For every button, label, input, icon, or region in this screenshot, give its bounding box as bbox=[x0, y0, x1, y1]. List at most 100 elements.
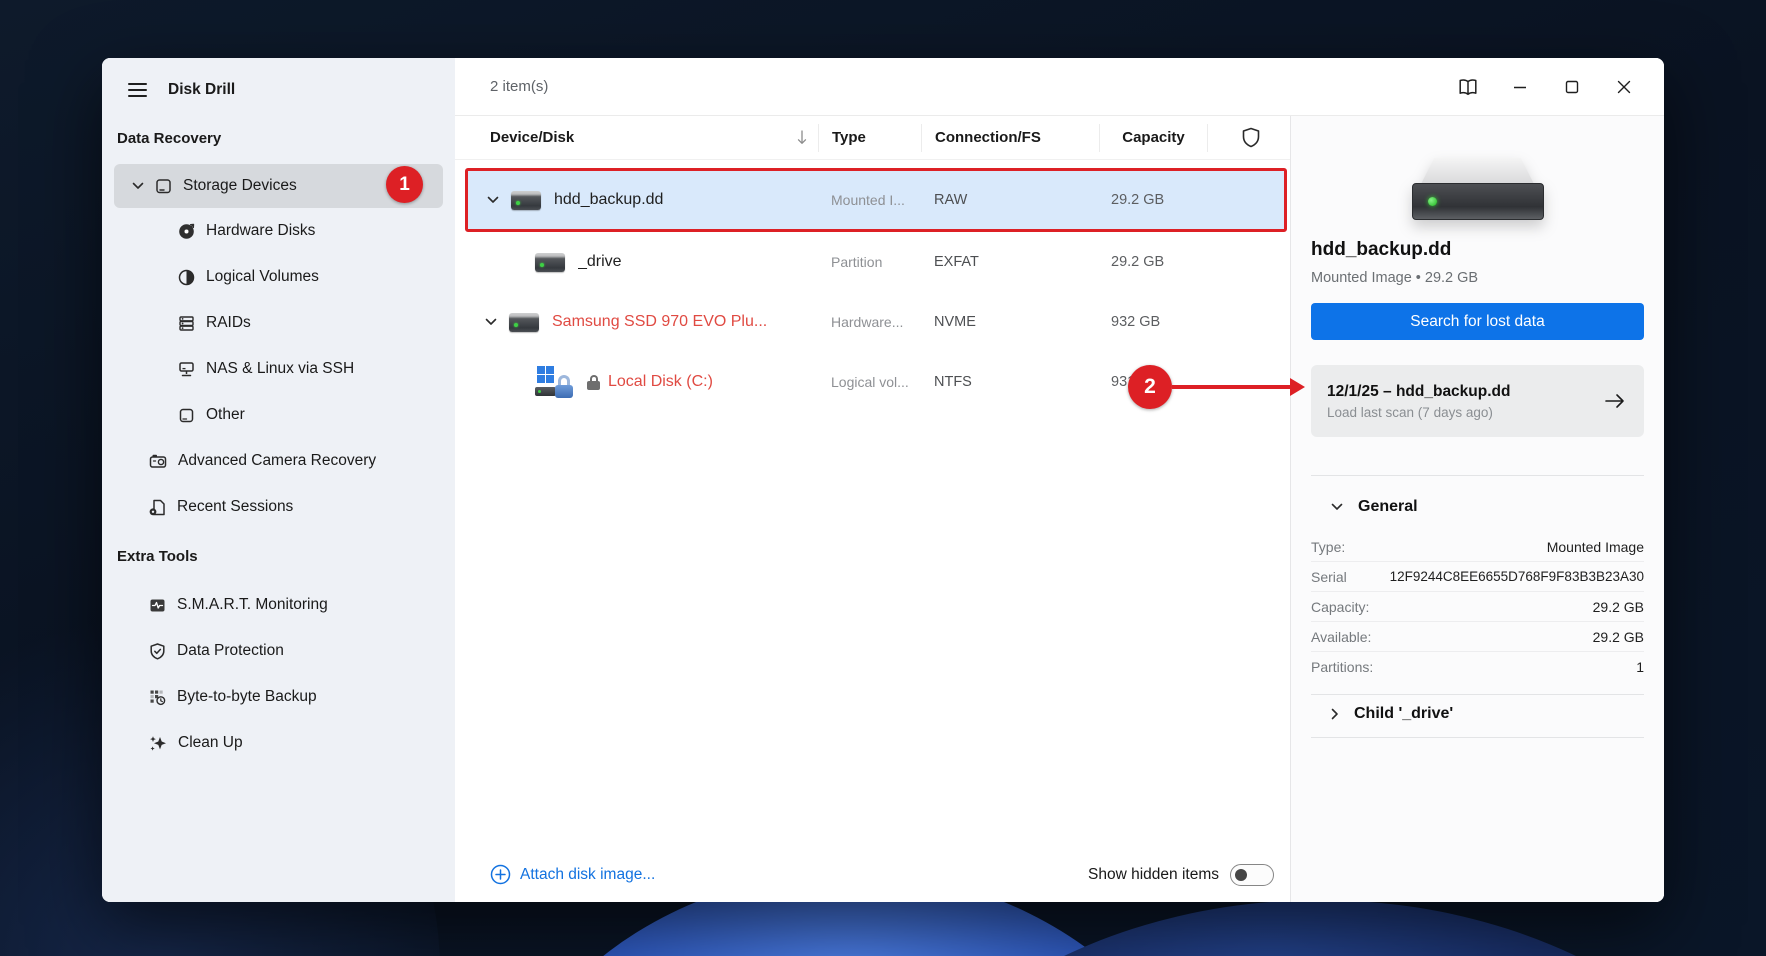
sidebar-item-label: Recent Sessions bbox=[177, 498, 293, 516]
sidebar-item-data-protection[interactable]: Data Protection bbox=[102, 628, 455, 674]
device-rows: hdd_backup.dd Mounted I... RAW 29.2 GB _… bbox=[455, 160, 1290, 847]
chevron-down-icon bbox=[1331, 503, 1343, 511]
sidebar-item-label: Clean Up bbox=[178, 734, 243, 752]
raids-icon bbox=[177, 314, 196, 333]
minimize-button[interactable] bbox=[1494, 68, 1546, 106]
shield-icon bbox=[1242, 127, 1260, 148]
last-scan-card[interactable]: 12/1/25 – hdd_backup.dd Load last scan (… bbox=[1311, 365, 1644, 437]
drive-led bbox=[538, 390, 541, 393]
drive-illustration bbox=[1412, 158, 1544, 222]
attach-disk-image-link[interactable]: Attach disk image... bbox=[490, 864, 655, 885]
device-cell-capacity: 932 GB bbox=[1097, 314, 1205, 330]
last-scan-subtitle: Load last scan (7 days ago) bbox=[1327, 405, 1510, 420]
property-row-available: Available: 29.2 GB bbox=[1311, 622, 1644, 652]
last-scan-title: 12/1/25 – hdd_backup.dd bbox=[1327, 383, 1510, 401]
sidebar-item-other[interactable]: Other bbox=[102, 392, 455, 438]
camera-icon bbox=[148, 452, 168, 471]
sidebar-item-label: Hardware Disks bbox=[206, 222, 315, 240]
device-name: hdd_backup.dd bbox=[554, 191, 663, 209]
general-properties: Type: Mounted Image Serial 12F9244C8EE66… bbox=[1311, 532, 1644, 682]
sort-descending-icon bbox=[796, 130, 808, 145]
arrow-right-icon bbox=[1604, 393, 1626, 409]
drive-led bbox=[514, 323, 518, 327]
clean-up-sparkles-icon bbox=[148, 734, 168, 753]
byte-backup-icon bbox=[148, 688, 167, 707]
sidebar-item-label: Data Protection bbox=[177, 642, 284, 660]
device-row-hdd-backup[interactable]: hdd_backup.dd Mounted I... RAW 29.2 GB bbox=[465, 168, 1287, 232]
property-label: Type: bbox=[1311, 539, 1345, 555]
device-name: _drive bbox=[578, 253, 622, 271]
sidebar-item-recent-sessions[interactable]: Recent Sessions bbox=[102, 484, 455, 530]
sidebar-item-clean-up[interactable]: Clean Up bbox=[102, 720, 455, 766]
child-drive-section-title: Child '_drive' bbox=[1354, 705, 1453, 723]
drive-icon bbox=[535, 387, 556, 396]
column-header-capacity-wrap[interactable]: Capacity bbox=[1100, 129, 1207, 146]
sidebar-item-byte-to-byte-backup[interactable]: Byte-to-byte Backup bbox=[102, 674, 455, 720]
child-drive-section-header[interactable]: Child '_drive' bbox=[1311, 705, 1644, 723]
last-scan-info: 12/1/25 – hdd_backup.dd Load last scan (… bbox=[1327, 383, 1510, 420]
device-cell-name: _drive bbox=[455, 253, 818, 272]
device-table: Device/Disk Type Connection/FS Capacity bbox=[455, 116, 1290, 902]
property-row-capacity: Capacity: 29.2 GB bbox=[1311, 592, 1644, 622]
sidebar-nav-extra: S.M.A.R.T. Monitoring Data Protection bbox=[102, 582, 455, 766]
sidebar-item-raids[interactable]: RAIDs bbox=[102, 300, 455, 346]
show-hidden-items-toggle[interactable] bbox=[1230, 864, 1274, 886]
device-row-samsung-ssd[interactable]: Samsung SSD 970 EVO Plu... Hardware... N… bbox=[455, 292, 1290, 352]
book-icon bbox=[1457, 77, 1479, 97]
general-section-header[interactable]: General bbox=[1311, 498, 1644, 516]
column-header-protection[interactable] bbox=[1208, 127, 1293, 148]
property-value: Mounted Image bbox=[1547, 539, 1644, 555]
maximize-button[interactable] bbox=[1546, 68, 1598, 106]
panel-divider bbox=[1311, 694, 1644, 695]
close-icon bbox=[1617, 80, 1631, 94]
sidebar-item-label: Storage Devices bbox=[183, 177, 297, 195]
drive-icon bbox=[509, 313, 539, 332]
device-row-drive-partition[interactable]: _drive Partition EXFAT 29.2 GB bbox=[455, 232, 1290, 292]
column-header-device-disk[interactable]: Device/Disk bbox=[455, 129, 818, 146]
close-button[interactable] bbox=[1598, 68, 1650, 106]
sidebar-item-smart-monitoring[interactable]: S.M.A.R.T. Monitoring bbox=[102, 582, 455, 628]
window-titlebar: 2 item(s) bbox=[455, 58, 1664, 115]
chevron-down-icon[interactable] bbox=[487, 196, 499, 204]
device-cell-name: hdd_backup.dd bbox=[468, 191, 818, 210]
device-name: Local Disk (C:) bbox=[608, 373, 713, 391]
logical-volumes-icon bbox=[177, 268, 196, 287]
items-count: 2 item(s) bbox=[490, 78, 548, 95]
device-cell-fs: RAW bbox=[920, 192, 1097, 208]
search-for-lost-data-button[interactable]: Search for lost data bbox=[1311, 303, 1644, 340]
property-row-serial: Serial 12F9244C8EE6655D768F9F83B3B23A30 bbox=[1311, 562, 1644, 592]
column-header-type[interactable]: Type bbox=[819, 129, 921, 146]
other-drive-icon bbox=[177, 406, 196, 425]
sidebar-item-label: Byte-to-byte Backup bbox=[177, 688, 317, 706]
disk-drill-window: Disk Drill Data Recovery Storage Devices bbox=[102, 58, 1664, 902]
hamburger-menu-icon[interactable] bbox=[128, 82, 147, 98]
documentation-book-button[interactable] bbox=[1442, 68, 1494, 106]
device-cell-fs: EXFAT bbox=[920, 254, 1097, 270]
drive-icon bbox=[511, 191, 541, 210]
general-section-title: General bbox=[1358, 498, 1418, 516]
device-cell-fs: NVME bbox=[920, 314, 1097, 330]
maximize-icon bbox=[1565, 80, 1579, 94]
nas-ssh-icon bbox=[177, 360, 196, 379]
sidebar-item-hardware-disks[interactable]: Hardware Disks bbox=[102, 208, 455, 254]
panel-divider bbox=[1311, 737, 1644, 738]
sidebar-item-nas-linux-ssh[interactable]: NAS & Linux via SSH bbox=[102, 346, 455, 392]
lock-icon bbox=[587, 375, 600, 390]
property-value: 1 bbox=[1636, 659, 1644, 675]
sidebar-item-advanced-camera-recovery[interactable]: Advanced Camera Recovery bbox=[102, 438, 455, 484]
device-cell-type: Logical vol... bbox=[818, 374, 920, 390]
chevron-down-icon[interactable] bbox=[485, 318, 497, 326]
sidebar-header: Disk Drill bbox=[102, 72, 455, 108]
drive-led bbox=[1428, 197, 1437, 206]
attach-disk-image-label: Attach disk image... bbox=[520, 866, 655, 884]
toggle-knob bbox=[1235, 869, 1247, 881]
device-cell-name: Local Disk (C:) bbox=[455, 366, 818, 398]
sidebar-item-label: Logical Volumes bbox=[206, 268, 319, 286]
sidebar-item-logical-volumes[interactable]: Logical Volumes bbox=[102, 254, 455, 300]
column-header-connection-fs[interactable]: Connection/FS bbox=[922, 129, 1099, 146]
property-label: Capacity: bbox=[1311, 599, 1369, 615]
details-panel: hdd_backup.dd Mounted Image • 29.2 GB Se… bbox=[1290, 116, 1664, 902]
hardware-disks-icon bbox=[177, 222, 196, 241]
padlock-icon bbox=[555, 375, 573, 398]
property-row-partitions: Partitions: 1 bbox=[1311, 652, 1644, 682]
